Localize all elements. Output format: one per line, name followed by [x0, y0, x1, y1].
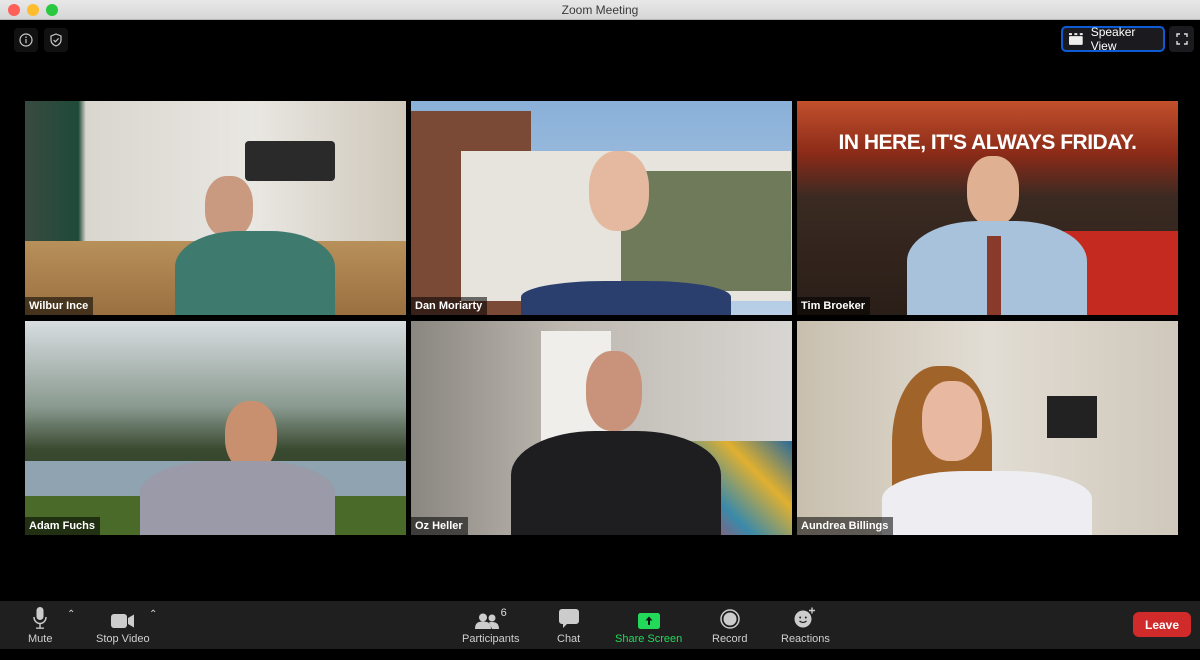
video-options-caret[interactable]: ⌃ [149, 609, 157, 620]
participant-head [922, 381, 982, 461]
video-tile[interactable]: Adam Fuchs [25, 321, 406, 535]
speaker-view-grid-icon [1069, 33, 1083, 45]
video-tile[interactable]: Dan Moriarty [411, 101, 792, 315]
tv [1047, 396, 1097, 438]
video-tile[interactable]: Aundrea Billings [797, 321, 1178, 535]
record-label: Record [712, 633, 748, 645]
meeting-info-button[interactable] [14, 28, 38, 52]
participant-body [140, 461, 335, 535]
mute-label: Mute [28, 633, 53, 645]
participant-head [589, 151, 649, 231]
stop-video-label: Stop Video [96, 633, 150, 645]
microphone-icon [33, 607, 47, 629]
video-tile[interactable]: Wilbur Ince [25, 101, 406, 315]
share-screen-button[interactable]: Share Screen [615, 605, 682, 645]
info-icon [19, 33, 33, 47]
participant-head [967, 156, 1019, 226]
participant-name: Tim Broeker [797, 297, 870, 315]
chat-bubble-icon [558, 609, 579, 628]
meeting-toolbar: Mute ⌃ Stop Video ⌃ 6 Participants Chat … [0, 601, 1200, 649]
share-screen-label: Share Screen [615, 633, 683, 645]
chat-label: Chat [557, 633, 581, 645]
speaker-view-label: Speaker View [1090, 25, 1136, 53]
participant-name: Wilbur Ince [25, 297, 94, 315]
speaker-view-button[interactable]: Speaker View [1061, 25, 1165, 53]
zoom-window: Zoom Meeting Speaker View Wilbur Ince Da… [0, 0, 1200, 660]
leave-button[interactable]: Leave [1133, 612, 1191, 637]
record-icon [719, 609, 740, 629]
restaurant-sign: IN HERE, IT'S ALWAYS FRIDAY. [838, 131, 1137, 154]
audio-options-caret[interactable]: ⌃ [67, 609, 75, 620]
fullscreen-icon [1175, 33, 1188, 45]
title-bar: Zoom Meeting [0, 0, 1200, 20]
shield-check-icon [50, 33, 62, 47]
video-tile[interactable]: IN HERE, IT'S ALWAYS FRIDAY. Tim Broeker [797, 101, 1178, 315]
participant-body [511, 431, 721, 535]
participant-name: Adam Fuchs [25, 517, 101, 535]
fullscreen-button[interactable] [1169, 26, 1194, 52]
participant-name: Dan Moriarty [411, 297, 488, 315]
window [245, 141, 335, 181]
window-title: Zoom Meeting [561, 3, 639, 17]
participant-name: Aundrea Billings [797, 517, 894, 535]
participant-body [882, 471, 1092, 535]
reactions-label: Reactions [781, 633, 830, 645]
smiley-plus-icon [794, 607, 816, 628]
video-camera-icon [110, 614, 134, 628]
participants-label: Participants [462, 633, 520, 645]
tie [987, 236, 1001, 315]
participant-head [586, 351, 642, 431]
participants-count: 6 [500, 607, 507, 619]
stop-video-button[interactable]: Stop Video [96, 605, 150, 645]
participant-head [205, 176, 253, 236]
mute-button[interactable]: Mute [28, 605, 52, 645]
share-screen-arrow-icon [637, 613, 660, 629]
participants-button[interactable]: 6 Participants [462, 605, 519, 645]
record-button[interactable]: Record [712, 605, 747, 645]
security-button[interactable] [44, 28, 68, 52]
video-tile[interactable]: Oz Heller [411, 321, 792, 535]
participant-body [175, 231, 335, 315]
participants-icon [474, 613, 499, 629]
reactions-button[interactable]: Reactions [781, 605, 830, 645]
chat-button[interactable]: Chat [557, 605, 580, 645]
participant-name: Oz Heller [411, 517, 468, 535]
participant-body [521, 281, 731, 315]
